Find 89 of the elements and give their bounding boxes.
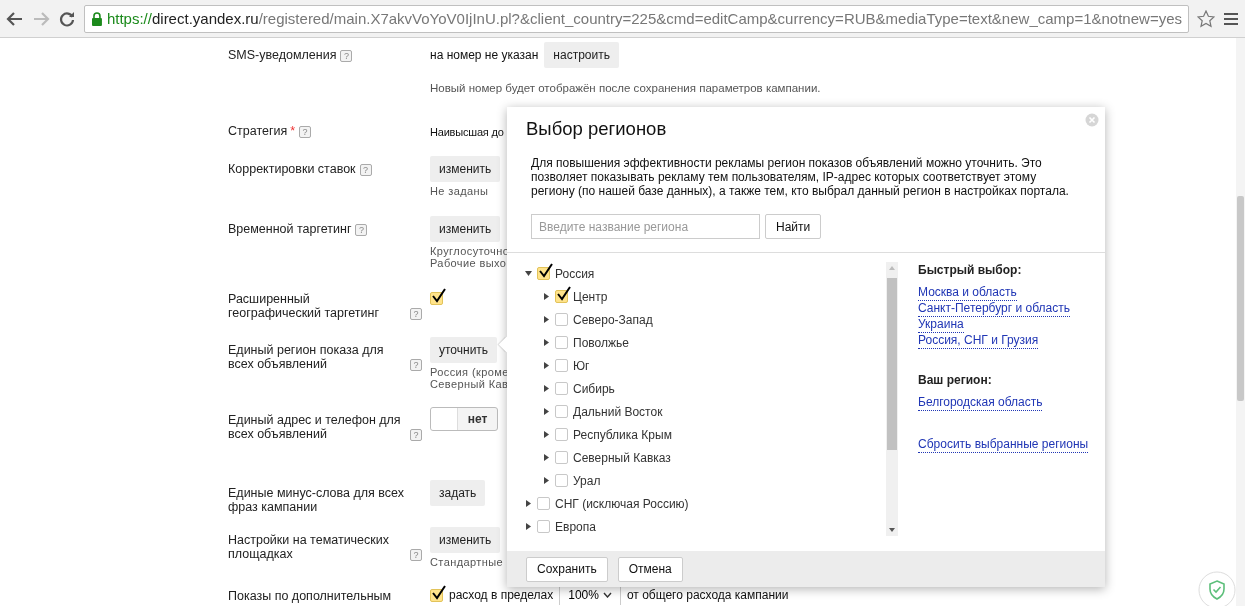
toggle-switch[interactable]: нет: [430, 407, 498, 431]
field-label: Настройки на тематических площадках: [228, 533, 391, 561]
field-label: Показы по дополнительным: [228, 589, 392, 603]
checkbox[interactable]: [555, 428, 568, 441]
field-label: Корректировки ставок: [228, 162, 356, 176]
menu-icon[interactable]: [1223, 10, 1239, 27]
action-button[interactable]: изменить: [430, 527, 501, 553]
expand-icon[interactable]: [543, 454, 550, 461]
region-name[interactable]: Урал: [573, 473, 601, 488]
caret-icon: [602, 592, 612, 598]
expand-icon[interactable]: [543, 339, 550, 346]
url-text: https://direct.yandex.ru/registered/main.X7akvVoYoV0IjInU.pl?&client_country=225&cmd=editCamp&currency=RUB&mediaType=text&new_camp=1&notnew=yes: [106, 10, 1182, 27]
region-name[interactable]: Сибирь: [573, 381, 615, 396]
region-search-field[interactable]: Введите название региона: [531, 214, 760, 239]
field-label: Стратегия: [228, 124, 288, 138]
expand-icon[interactable]: [543, 477, 550, 484]
region-name[interactable]: СНГ (исключая Россию): [555, 496, 689, 511]
reload-icon[interactable]: [58, 9, 76, 28]
checkbox[interactable]: [555, 451, 568, 464]
action-button[interactable]: изменить: [430, 156, 501, 182]
quick-link[interactable]: Москва и область: [918, 285, 1017, 301]
region-name[interactable]: Северный Кавказ: [573, 450, 671, 465]
region-name[interactable]: Дальний Восток: [573, 404, 663, 419]
region-name[interactable]: Юг: [573, 358, 590, 373]
dialog-title: Выбор регионов: [526, 118, 667, 140]
quick-link[interactable]: Санкт-Петербург и область: [918, 301, 1070, 317]
section-title: Быстрый выбор:: [918, 262, 1023, 278]
required-mark: *: [290, 124, 296, 138]
action-button[interactable]: изменить: [430, 216, 501, 242]
find-button[interactable]: Найти: [765, 214, 822, 239]
hint-text: Новый номер будет отображён после сохранения параметров кампании.: [430, 82, 822, 94]
expand-icon[interactable]: [525, 523, 532, 530]
expand-icon[interactable]: [543, 431, 550, 438]
field-label: Временной таргетинг: [228, 222, 352, 236]
cancel-button[interactable]: Отмена: [617, 556, 683, 582]
action-button[interactable]: задать: [430, 480, 486, 506]
section-title: Ваш регион:: [918, 372, 993, 388]
expand-icon[interactable]: [525, 500, 532, 507]
region-name[interactable]: Северо-Запад: [573, 312, 653, 327]
field-label: SMS-уведомления: [228, 48, 337, 62]
field-label: Расширенный географический таргетинг: [228, 292, 381, 320]
expand-icon[interactable]: [543, 362, 550, 369]
save-button[interactable]: Сохранить: [526, 556, 608, 582]
checkbox[interactable]: [555, 313, 568, 326]
checkbox[interactable]: [555, 359, 568, 372]
status-text: Северный Кав: [430, 378, 509, 390]
checkbox[interactable]: [555, 405, 568, 418]
status-text: Круглосуточно: [430, 245, 510, 257]
region-name[interactable]: Европа: [555, 519, 596, 534]
reset-link[interactable]: Сбросить выбранные регионы: [918, 437, 1089, 453]
expand-icon[interactable]: [543, 316, 550, 323]
status-text: Не заданы: [430, 185, 489, 197]
region-name[interactable]: Россия: [555, 266, 595, 281]
status-text: Стандартные: [430, 556, 503, 568]
checkbox[interactable]: [537, 520, 550, 533]
scroll-down-icon[interactable]: [889, 528, 895, 532]
checkbox[interactable]: [555, 474, 568, 487]
address-bar[interactable]: https://direct.yandex.ru/registered/main.X7akvVoYoV0IjInU.pl?&client_country=225&cmd=editCamp&currency=RUB&mediaType=text&new_camp=1&notnew=yes: [84, 4, 1189, 33]
setup-button[interactable]: настроить: [544, 42, 619, 68]
action-button[interactable]: уточнить: [430, 337, 498, 363]
scrollbar[interactable]: [886, 262, 898, 536]
checkbox[interactable]: [537, 497, 550, 510]
page-scrollbar[interactable]: [1237, 196, 1244, 401]
expand-icon[interactable]: [543, 385, 550, 392]
region-name[interactable]: Республика Крым: [573, 427, 672, 442]
dialog-description: Для повышения эффективности рекламы регион показов объявлений можно уточнить. Это позволяет показывать рекламу тем пользователям, IP-адрес которых соответствует этому региону (по нашей базе данных), а также тем, кто выбрал данный регион в настройках портала.: [531, 156, 1070, 198]
field-label: Единый адрес и телефон для всех объявлений: [228, 413, 402, 441]
checkbox[interactable]: [555, 382, 568, 395]
status-text: Россия (кроме: [430, 366, 509, 378]
checkbox[interactable]: [430, 588, 443, 602]
star-icon[interactable]: [1197, 9, 1215, 28]
lock-icon: [91, 11, 103, 26]
quick-link[interactable]: Украина: [918, 317, 964, 333]
region-link[interactable]: Белгородская область: [918, 395, 1043, 411]
back-icon[interactable]: [6, 9, 24, 28]
option-suffix: от общего расхода кампании: [626, 588, 789, 602]
status-text: Рабочие выхо: [430, 257, 507, 269]
option-label: расход в пределах: [449, 588, 554, 602]
expand-icon[interactable]: [543, 293, 550, 300]
expand-icon[interactable]: [543, 408, 550, 415]
field-label: Единый регион показа для всех объявлений: [228, 343, 385, 371]
field-label: Единые минус-слова для всех фраз кампании: [228, 486, 405, 514]
field-value: на номер не указан: [430, 48, 539, 62]
region-name[interactable]: Поволжье: [573, 335, 629, 350]
region-name[interactable]: Центр: [573, 289, 608, 304]
quick-link[interactable]: Россия, СНГ и Грузия: [918, 333, 1039, 349]
collapse-icon[interactable]: [525, 270, 532, 277]
field-value: Наивысшая до: [430, 126, 504, 138]
checkbox[interactable]: [555, 336, 568, 349]
